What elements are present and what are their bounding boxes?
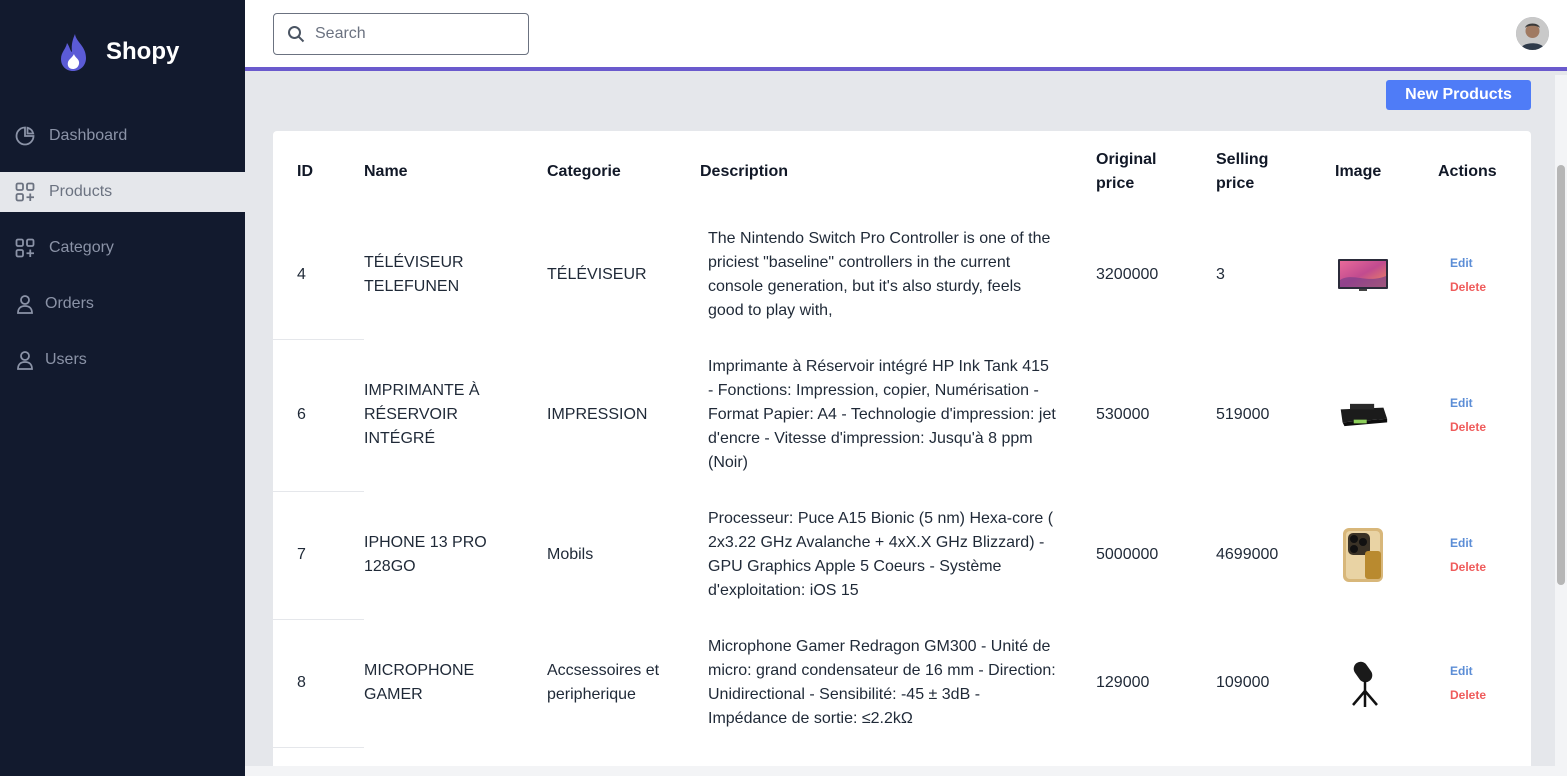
sidebar-item-dashboard[interactable]: Dashboard xyxy=(0,108,245,164)
cell-description: The Nintendo Switch Pro Controller is on… xyxy=(708,230,1051,319)
table-row[interactable]: 8 MICROPHONE GAMER Accsessoires et perip… xyxy=(273,619,1531,748)
cell-selling-price: 4699000 xyxy=(1216,546,1279,563)
tv-icon xyxy=(1337,247,1389,303)
grid-plus-icon xyxy=(14,181,36,203)
cell-actions: Edit Delete xyxy=(1438,491,1531,619)
cell-name: MICROPHONE GAMER xyxy=(364,619,547,747)
column-header-selling-price-label: Selling price xyxy=(1216,151,1269,192)
edit-link[interactable]: Edit xyxy=(1450,659,1531,683)
cell-id: 6 xyxy=(273,339,364,492)
flame-logo-icon xyxy=(61,34,86,71)
cell-selling-price: 109000 xyxy=(1216,674,1270,691)
cell-actions: Edit Delete xyxy=(1438,619,1531,747)
products-table: ID Name Categorie Description Original p… xyxy=(273,131,1531,748)
grid-plus-icon xyxy=(14,237,36,259)
table-row[interactable]: 4 TÉLÉVISEUR TELEFUNEN TÉLÉVISEUR The Ni… xyxy=(273,211,1531,340)
avatar[interactable] xyxy=(1516,17,1549,50)
cell-name: TÉLÉVISEUR TELEFUNEN xyxy=(364,211,547,339)
cell-original-price: 129000 xyxy=(1096,674,1150,691)
column-header-category[interactable]: Categorie xyxy=(547,131,700,211)
brand-name: Shopy xyxy=(106,38,180,65)
delete-link[interactable]: Delete xyxy=(1450,555,1531,579)
cell-description: Processeur: Puce A15 Bionic (5 nm) Hexa-… xyxy=(708,510,1054,599)
cell-original-price: 5000000 xyxy=(1096,546,1159,563)
cell-image xyxy=(1335,619,1438,747)
pie-chart-icon xyxy=(14,125,36,147)
vertical-scrollbar[interactable] xyxy=(1555,75,1567,776)
cell-category: Accsessoires et peripherique xyxy=(547,619,700,747)
cell-description: Imprimante à Réservoir intégré HP Ink Ta… xyxy=(708,358,1056,471)
cell-name-text: MICROPHONE GAMER xyxy=(364,662,475,703)
search-icon xyxy=(288,26,305,43)
products-table-card: ID Name Categorie Description Original p… xyxy=(273,131,1531,776)
cell-name: IPHONE 13 PRO 128GO xyxy=(364,491,547,619)
new-products-button[interactable]: New Products xyxy=(1386,80,1531,110)
cell-id: 8 xyxy=(273,619,364,748)
sidebar-item-users[interactable]: Users xyxy=(0,332,245,388)
column-header-actions[interactable]: Actions xyxy=(1438,131,1531,211)
sidebar-item-label: Products xyxy=(49,183,113,200)
sidebar-item-label: Category xyxy=(49,239,114,256)
cell-name-text: IPHONE 13 PRO 128GO xyxy=(364,534,487,575)
top-bar xyxy=(245,0,1567,71)
cell-selling-price: 519000 xyxy=(1216,406,1270,423)
scrollbar-thumb[interactable] xyxy=(1557,165,1565,585)
column-header-name[interactable]: Name xyxy=(364,131,547,211)
sidebar-item-label: Orders xyxy=(45,295,94,312)
edit-link[interactable]: Edit xyxy=(1450,391,1531,415)
cell-image xyxy=(1335,211,1438,339)
column-header-image[interactable]: Image xyxy=(1335,131,1438,211)
brand[interactable]: Shopy xyxy=(58,32,179,72)
sidebar-item-orders[interactable]: Orders xyxy=(0,276,245,332)
cell-actions: Edit Delete xyxy=(1438,211,1531,339)
column-header-selling-price[interactable]: Selling price xyxy=(1216,131,1335,211)
cell-actions: Edit Delete xyxy=(1438,339,1531,491)
sidebar-item-label: Dashboard xyxy=(49,127,128,144)
sidebar-nav: Dashboard Products Category Orders Users xyxy=(0,108,245,388)
cell-description: Microphone Gamer Redragon GM300 - Unité … xyxy=(708,638,1056,727)
microphone-icon xyxy=(1337,655,1389,711)
cell-category-text: Accsessoires et peripherique xyxy=(547,662,660,703)
user-icon xyxy=(14,349,36,371)
search-input[interactable] xyxy=(315,25,515,43)
cell-original-price: 3200000 xyxy=(1096,266,1159,283)
cell-image xyxy=(1335,491,1438,619)
cell-category: Mobils xyxy=(547,546,594,563)
cell-image xyxy=(1335,339,1438,491)
printer-icon xyxy=(1337,387,1389,443)
search-box[interactable] xyxy=(273,13,529,55)
table-header-row: ID Name Categorie Description Original p… xyxy=(273,131,1531,211)
user-icon xyxy=(14,293,36,315)
delete-link[interactable]: Delete xyxy=(1450,275,1531,299)
sidebar-item-label: Users xyxy=(45,351,87,368)
sidebar-item-category[interactable]: Category xyxy=(0,220,245,276)
table-row[interactable]: 7 IPHONE 13 PRO 128GO Mobils Processeur:… xyxy=(273,491,1531,620)
cell-original-price: 530000 xyxy=(1096,406,1150,423)
sidebar-item-products[interactable]: Products xyxy=(0,172,245,212)
cell-name-text: TÉLÉVISEUR TELEFUNEN xyxy=(364,254,464,295)
edit-link[interactable]: Edit xyxy=(1450,251,1531,275)
sidebar: Shopy Dashboard Products Category Orders xyxy=(0,0,245,776)
delete-link[interactable]: Delete xyxy=(1450,683,1531,707)
column-header-original-price[interactable]: Original price xyxy=(1096,131,1216,211)
cell-name-text: IMPRIMANTE À RÉSERVOIR INTÉGRÉ xyxy=(364,382,480,447)
cell-id: 4 xyxy=(273,211,364,340)
cell-id: 7 xyxy=(273,491,364,620)
horizontal-scrollbar[interactable] xyxy=(245,766,1555,776)
phone-icon xyxy=(1337,527,1389,583)
column-header-description[interactable]: Description xyxy=(700,131,1096,211)
cell-category: TÉLÉVISEUR xyxy=(547,266,647,283)
cell-name: IMPRIMANTE À RÉSERVOIR INTÉGRÉ xyxy=(364,339,547,491)
column-header-id[interactable]: ID xyxy=(273,131,364,211)
cell-selling-price: 3 xyxy=(1216,266,1225,283)
cell-category: IMPRESSION xyxy=(547,406,648,423)
column-header-original-price-label: Original price xyxy=(1096,151,1157,192)
edit-link[interactable]: Edit xyxy=(1450,531,1531,555)
delete-link[interactable]: Delete xyxy=(1450,415,1531,439)
table-row[interactable]: 6 IMPRIMANTE À RÉSERVOIR INTÉGRÉ IMPRESS… xyxy=(273,339,1531,492)
